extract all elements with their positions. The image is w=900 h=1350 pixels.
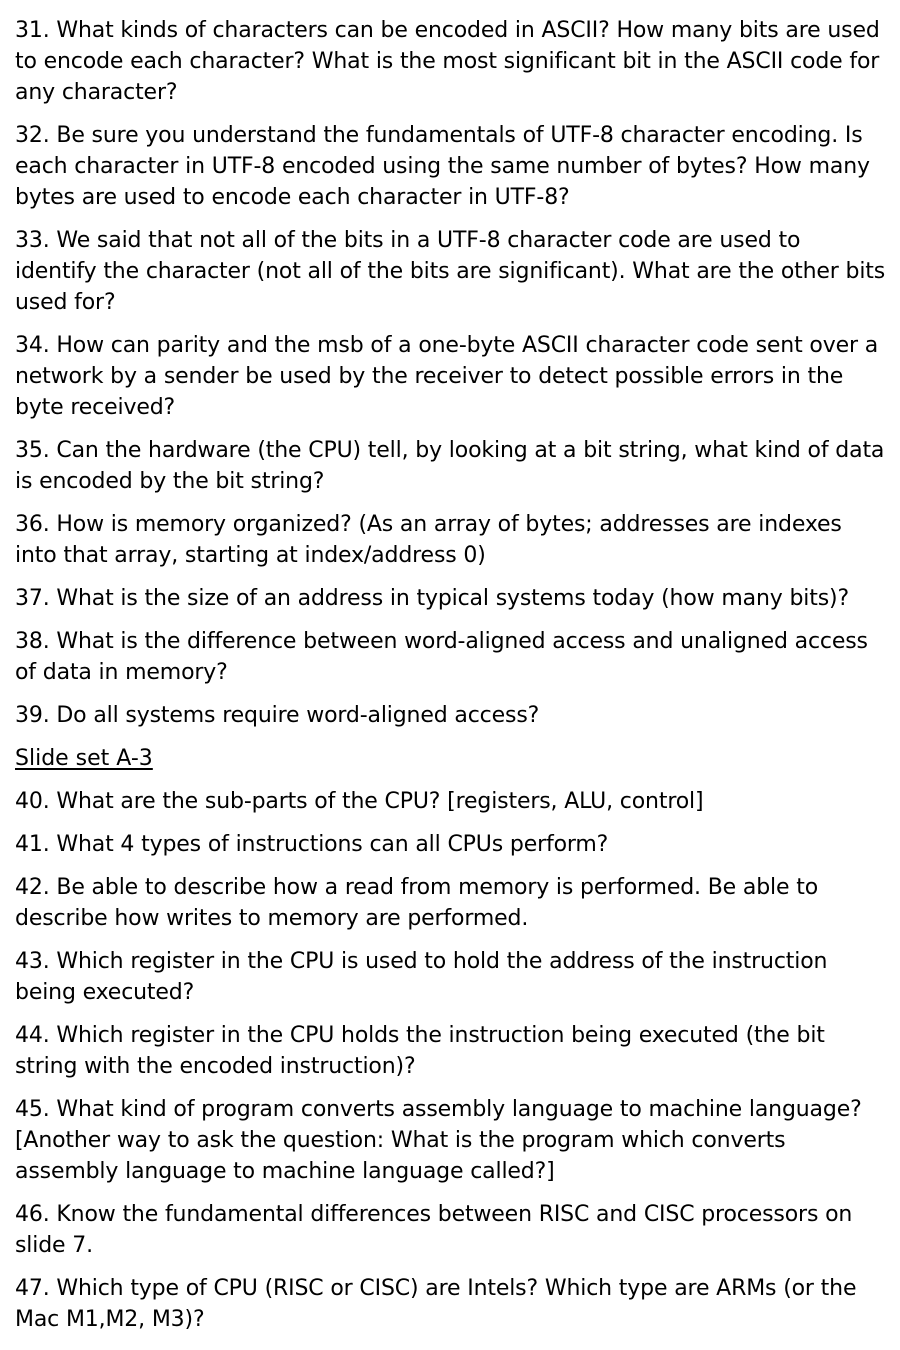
- question-37: 37. What is the size of an address in ty…: [15, 586, 849, 611]
- question-46: 46. Know the fundamental differences bet…: [15, 1202, 853, 1258]
- question-31: 31. What kinds of characters can be enco…: [15, 18, 880, 105]
- question-43: 43. Which register in the CPU is used to…: [15, 949, 828, 1005]
- document-page: 31. What kinds of characters can be enco…: [0, 0, 900, 1350]
- question-36: 36. How is memory organized? (As an arra…: [15, 512, 842, 568]
- question-39: 39. Do all systems require word-aligned …: [15, 703, 540, 728]
- section-heading: Slide set A-3: [15, 746, 153, 771]
- question-32: 32. Be sure you understand the fundament…: [15, 123, 870, 210]
- question-47: 47. Which type of CPU (RISC or CISC) are…: [15, 1276, 857, 1332]
- question-45: 45. What kind of program converts assemb…: [15, 1097, 862, 1184]
- question-38: 38. What is the difference between word-…: [15, 629, 868, 685]
- question-40: 40. What are the sub-parts of the CPU? […: [15, 789, 704, 814]
- question-33: 33. We said that not all of the bits in …: [15, 228, 886, 315]
- question-41: 41. What 4 types of instructions can all…: [15, 832, 609, 857]
- question-44: 44. Which register in the CPU holds the …: [15, 1023, 825, 1079]
- question-34: 34. How can parity and the msb of a one-…: [15, 333, 879, 420]
- question-35: 35. Can the hardware (the CPU) tell, by …: [15, 438, 885, 494]
- question-42: 42. Be able to describe how a read from …: [15, 875, 819, 931]
